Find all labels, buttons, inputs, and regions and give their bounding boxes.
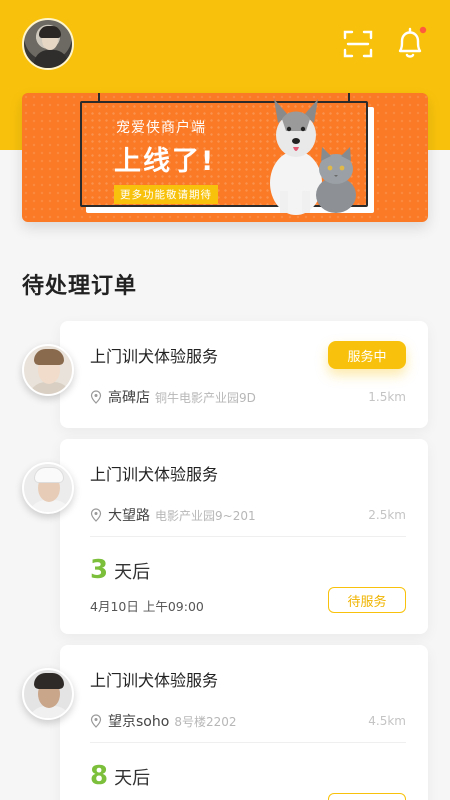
order-card[interactable]: 上门训犬体验服务 服务中 高碑店 铜牛电影产业园9D 1.5km [60,321,428,428]
customer-avatar [22,668,74,720]
order-card[interactable]: 上门训犬体验服务 大望路 电影产业园9~201 2.5km 3 天后 4月10日… [60,439,428,634]
location-name: 高碑店 [108,390,150,406]
days-number: 8 [90,761,109,791]
days-until: 8 天后 [90,761,150,791]
location-address: 8号楼2202 [174,714,237,729]
service-title: 上门训犬体验服务 [90,465,219,484]
cat-illustration [316,147,356,213]
divider [90,742,406,743]
distance: 4.5km [368,714,406,728]
customer-avatar [22,462,74,514]
banner-tag: 更多功能敬请期待 [114,185,218,204]
status-button[interactable]: 服务中 [328,341,406,369]
days-unit: 天后 [114,768,151,789]
divider [90,536,406,537]
location-row: 大望路 电影产业园9~201 [90,505,256,525]
location-address: 铜牛电影产业园9D [155,390,256,405]
notification-dot [419,26,427,34]
promo-banner[interactable]: 宠爱侠商户端 上线了! 更多功能敬请期待 [22,93,428,222]
order-card[interactable]: 上门训犬体验服务 望京soho 8号楼2202 4.5km 8 天后 [60,645,428,800]
bell-icon[interactable] [394,25,428,61]
location-address: 电影产业园9~201 [155,508,256,523]
service-title: 上门训犬体验服务 [90,347,219,366]
location-pin-icon [90,390,102,404]
location-row: 望京soho 8号楼2202 [90,711,237,731]
distance: 1.5km [368,390,406,404]
banner-subtitle: 宠爱侠商户端 [116,120,206,136]
user-avatar[interactable] [22,18,74,70]
location-name: 望京soho [108,714,170,730]
location-name: 大望路 [108,508,150,524]
location-pin-icon [90,714,102,728]
days-unit: 天后 [114,562,151,583]
banner-headline: 上线了! [114,146,216,177]
status-button[interactable]: 待服务 [328,587,406,613]
distance: 2.5km [368,508,406,522]
service-title: 上门训犬体验服务 [90,671,219,690]
days-until: 3 天后 [90,555,150,585]
location-pin-icon [90,508,102,522]
section-title: 待处理订单 [22,274,138,299]
scan-icon[interactable] [342,28,374,60]
status-button[interactable] [328,793,406,800]
days-number: 3 [90,555,109,585]
appointment-time: 4月10日 上午09:00 [90,599,204,614]
customer-avatar [22,344,74,396]
location-row: 高碑店 铜牛电影产业园9D [90,387,256,407]
